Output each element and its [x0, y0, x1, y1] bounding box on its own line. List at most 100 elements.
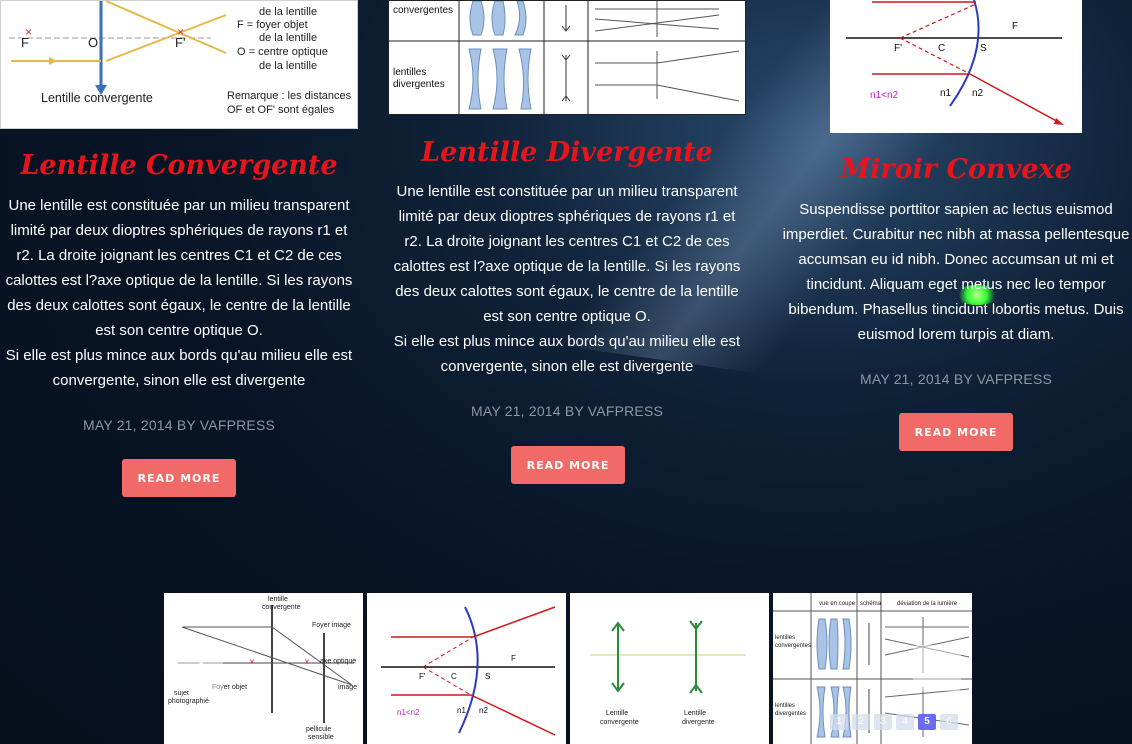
label-f-prime: F': [894, 43, 902, 54]
carousel-pagination: 123456: [830, 714, 962, 732]
post-meta: MAY 21, 2014 BY VAFPRESS: [470, 403, 664, 419]
legend-line: de la lentille: [259, 60, 317, 72]
point-o: O: [88, 35, 98, 50]
carousel-slide[interactable]: Lentille convergente Lentille divergente: [570, 593, 769, 744]
read-more-button[interactable]: READ MORE: [899, 413, 1013, 451]
label-s: S: [980, 43, 987, 54]
read-more-button[interactable]: READ MORE: [122, 459, 236, 497]
ray-line: [656, 84, 740, 102]
post-thumbnail[interactable]: F' C S F n1<n2 n1 n2: [830, 0, 1082, 133]
point-f: F: [21, 35, 29, 50]
excerpt-paragraph: Une lentille est constituée par un milie…: [5, 197, 353, 339]
focus-mark: ×: [249, 657, 255, 668]
point-f-prime: F': [175, 35, 185, 50]
table-header: vue en coupe: [819, 601, 856, 607]
slide-label: image: [338, 684, 357, 691]
carousel-page-dot-active[interactable]: 5: [918, 714, 936, 730]
slide-label: lentille: [268, 596, 288, 603]
carousel-next-button[interactable]: ›: [913, 645, 961, 691]
read-more-button[interactable]: READ MORE: [511, 446, 625, 484]
label-n2: n2: [972, 88, 984, 99]
lens-table-diagram: convergentes lentilles divergentes: [389, 1, 745, 114]
post-meta: MAY 21, 2014 BY VAFPRESS: [82, 417, 276, 433]
carousel-prev-button[interactable]: ‹: [175, 645, 223, 691]
post-title[interactable]: Lentille Divergente: [388, 136, 746, 170]
lens-shape: [491, 1, 506, 36]
post-title[interactable]: Lentille Convergente: [0, 149, 358, 183]
row-label: convergentes: [393, 5, 453, 16]
ray-virtual: [899, 37, 971, 75]
excerpt-paragraph: Une lentille est constituée par un milie…: [393, 183, 741, 325]
lens-shape: [468, 48, 482, 110]
lens-symbols-diagram: Lentille convergente Lentille divergente: [590, 620, 746, 726]
row-label: divergentes: [393, 79, 445, 90]
ray-out: [470, 694, 556, 736]
excerpt-paragraph: Si elle est plus mince aux bords qu'au m…: [5, 347, 353, 389]
ray-virtual: [422, 666, 472, 696]
carousel-page-dot[interactable]: 2: [852, 714, 870, 730]
lens-shape: [816, 686, 826, 738]
post-excerpt: Une lentille est constituée par un milie…: [388, 179, 746, 379]
row-label: lentilles: [393, 67, 426, 78]
legend-line: F = foyer objet: [237, 19, 308, 31]
label-n1: n1: [457, 706, 466, 715]
remark-line: Remarque : les distances: [227, 90, 352, 102]
slide-label: pellicule: [306, 726, 331, 733]
lens-shape: [828, 618, 839, 670]
label-n-relation: n1<n2: [870, 90, 899, 101]
legend-line: de la lentille: [259, 6, 317, 18]
label-n-relation: n1<n2: [397, 708, 420, 717]
carousel-page-dot[interactable]: 4: [896, 714, 914, 730]
slide-label: photographié: [168, 698, 209, 705]
post-title[interactable]: Miroir Convexe: [780, 153, 1132, 187]
label-f: F: [511, 654, 516, 663]
ray-line: [656, 50, 740, 64]
lens-shape: [518, 48, 532, 110]
carousel-slide[interactable]: F' C S F n1<n2 n1 n2: [367, 593, 566, 744]
label-n1: n1: [940, 88, 952, 99]
convex-mirror-diagram: F' C S F n1<n2 n1 n2: [381, 606, 556, 736]
legend-line: de la lentille: [259, 32, 317, 44]
ray-out: [969, 73, 1063, 125]
slide-label: convergente: [262, 604, 301, 611]
lens-shape: [514, 1, 527, 36]
convex-mirror-diagram: F' C S F n1<n2 n1 n2: [846, 0, 1064, 125]
label-c: C: [938, 43, 945, 54]
slide-label: Lentille: [684, 710, 706, 717]
post-meta: MAY 21, 2014 BY VAFPRESS: [859, 371, 1053, 387]
post-thumbnail[interactable]: convergentes lentilles divergentes: [388, 0, 746, 115]
carousel-page-dot[interactable]: 6: [940, 714, 958, 730]
carousel-page-dot[interactable]: 3: [874, 714, 892, 730]
slide-label: axe optique: [320, 658, 356, 665]
ray-line: [271, 626, 353, 686]
lens-shape: [492, 48, 508, 110]
ray-arrow: [49, 57, 57, 65]
label-f: F: [1012, 21, 1018, 32]
ray-out: [472, 606, 556, 638]
post-thumbnail[interactable]: × × F O F' de la lentille F = foyer obje…: [0, 0, 358, 129]
lens-shape: [842, 618, 852, 670]
slide-label: sensible: [308, 734, 334, 741]
slide-label: divergente: [682, 719, 715, 726]
label-c: C: [451, 672, 457, 681]
page-background: × × F O F' de la lentille F = foyer obje…: [0, 0, 1132, 744]
slide-label: Foyer image: [312, 622, 351, 629]
table-header: déviation de la lumière: [897, 601, 958, 607]
carousel-page-dot[interactable]: 1: [830, 714, 848, 730]
label-s: S: [485, 672, 490, 681]
ray-virtual: [899, 3, 977, 39]
slide-label: Lentille: [606, 710, 628, 717]
diagram-caption: Lentille convergente: [41, 91, 153, 105]
label-f-prime: F': [419, 672, 426, 681]
legend-line: O = centre optique: [237, 46, 328, 58]
label-n2: n2: [479, 706, 488, 715]
ray-1: [105, 1, 227, 54]
slide-label: convergente: [600, 719, 639, 726]
ray-virtual: [422, 636, 474, 668]
slide-label: sujet: [174, 690, 189, 697]
remark-line: OF et OF' sont égales: [227, 104, 335, 116]
excerpt-paragraph: Si elle est plus mince aux bords qu'au m…: [393, 333, 741, 375]
row-label: convergentes: [775, 643, 811, 649]
ray-arrow: [1054, 118, 1064, 125]
lens-shape: [469, 1, 485, 36]
